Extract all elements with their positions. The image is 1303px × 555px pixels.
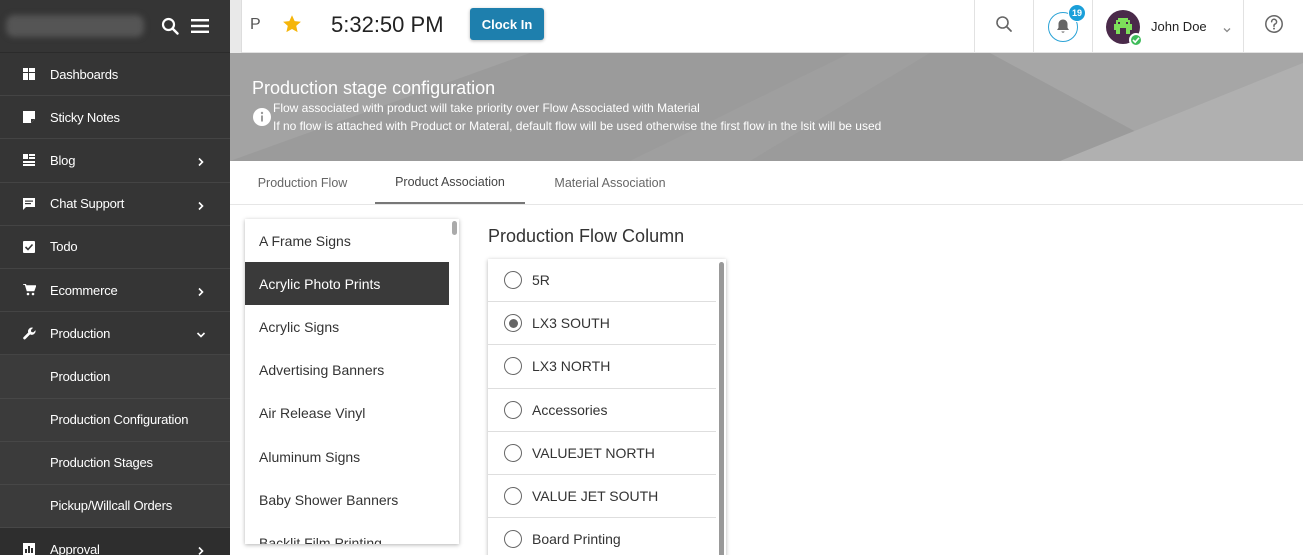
bell-icon: 19 (1048, 3, 1086, 42)
radio-button[interactable] (504, 530, 522, 549)
product-list-item[interactable]: Aluminum Signs (245, 435, 459, 478)
chevron-down-icon (196, 328, 206, 338)
sidebar-item-todo[interactable]: Todo (0, 226, 230, 269)
flow-option-label: LX3 NORTH (532, 358, 611, 375)
flow-option[interactable]: 5R (488, 259, 716, 303)
sidebar-item-dashboards[interactable]: Dashboards (0, 53, 230, 97)
product-list-item[interactable]: Backlit Film Printing (245, 521, 459, 544)
product-list-item[interactable]: A Frame Signs (245, 219, 459, 262)
blog-icon (22, 153, 36, 167)
star-icon[interactable] (281, 13, 303, 35)
flow-list-scrollbar[interactable] (719, 262, 724, 555)
chevron-right-icon (196, 544, 206, 555)
flow-column-title: Production Flow Column (488, 226, 685, 246)
page-banner: Production stage configuration Flow asso… (230, 53, 1303, 161)
cart-icon (22, 283, 36, 297)
chevron-down-icon (1222, 22, 1232, 32)
sidebar-item-approval[interactable]: Approval (0, 528, 230, 555)
sidebar: Dashboards Sticky Notes Blog Chat Support To… (0, 0, 230, 555)
tab-bar: Production Flow Product Association Mate… (230, 161, 1303, 205)
chevron-right-icon (196, 285, 206, 297)
tab-product-association[interactable]: Product Association (375, 161, 525, 204)
radio-button[interactable] (504, 314, 522, 333)
online-status-icon (1129, 32, 1143, 47)
sidebar-item-label: Chat Support (50, 196, 125, 212)
sidebar-item-production[interactable]: Production (0, 312, 230, 356)
dashboard-icon (22, 67, 36, 81)
sidebar-subitem-production-stages[interactable]: Production Stages (0, 441, 230, 485)
radio-button[interactable] (504, 271, 522, 290)
radio-button[interactable] (504, 357, 522, 376)
clock-display: 5:32:50 PM (331, 12, 444, 37)
flow-option[interactable]: Accessories (488, 389, 716, 432)
sidebar-item-blog[interactable]: Blog (0, 139, 230, 183)
product-list-item[interactable]: Air Release Vinyl (245, 392, 459, 435)
flow-option[interactable]: Board Printing (488, 518, 716, 555)
flow-option[interactable]: VALUE JET SOUTH (488, 475, 716, 519)
flow-option[interactable]: VALUEJET NORTH (488, 432, 716, 475)
product-list-item[interactable]: Acrylic Photo Prints (245, 262, 449, 306)
product-list-item[interactable]: Acrylic Signs (245, 305, 459, 348)
sidebar-subitem-production-configuration[interactable]: Production Configuration (0, 398, 230, 442)
top-bar: P 5:32:50 PM Clock In 19 John Doe (230, 0, 1303, 53)
sidebar-item-label: Ecommerce (50, 282, 118, 298)
user-menu[interactable]: John Doe (1092, 0, 1243, 53)
checkbox-icon (22, 240, 36, 254)
notification-badge: 19 (1068, 3, 1086, 22)
product-list: A Frame Signs Acrylic Photo Prints Acrylic… (245, 219, 459, 544)
flow-options-list: 5R LX3 SOUTH LX3 NORTH Accessories VALUEJET … (488, 259, 726, 555)
product-list-item[interactable]: Baby Shower Banners (245, 478, 459, 521)
chat-icon (22, 197, 36, 211)
flow-option-label: Board Printing (532, 531, 621, 548)
approval-icon (22, 542, 36, 555)
banner-info-line: If no flow is attached with Product or M… (273, 119, 882, 133)
product-list-item[interactable]: Advertising Banners (245, 349, 459, 392)
logo (6, 15, 144, 37)
wrench-icon (22, 326, 36, 340)
avatar (1106, 9, 1143, 47)
sidebar-item-label: Dashboards (50, 66, 119, 82)
header-search-button[interactable] (974, 0, 1033, 53)
sidebar-item-ecommerce[interactable]: Ecommerce (0, 269, 230, 313)
chevron-right-icon (196, 155, 206, 167)
flow-option[interactable]: LX3 SOUTH (488, 302, 716, 346)
sidebar-item-label: Todo (50, 239, 78, 255)
clock-in-button[interactable]: Clock In (470, 8, 544, 40)
flow-option-label: 5R (532, 272, 550, 289)
radio-button[interactable] (504, 400, 522, 419)
radio-button[interactable] (504, 443, 522, 462)
sidebar-item-label: Sticky Notes (50, 109, 120, 125)
page-letter: P (250, 16, 261, 33)
banner-info-line: Flow associated with product will take p… (273, 101, 700, 115)
sidebar-item-label: Production (50, 325, 111, 341)
radio-button[interactable] (504, 487, 522, 506)
flow-option[interactable]: LX3 NORTH (488, 345, 716, 389)
tab-production-flow[interactable]: Production Flow (230, 161, 375, 204)
flow-option-label: LX3 SOUTH (532, 315, 610, 332)
sidebar-subitem-production[interactable]: Production (0, 355, 230, 399)
search-icon (995, 15, 1013, 38)
page-title: Production stage configuration (252, 78, 496, 98)
flow-option-label: VALUE JET SOUTH (532, 488, 659, 505)
chevron-right-icon (196, 199, 206, 210)
help-icon (1264, 14, 1284, 39)
search-icon[interactable] (160, 16, 180, 36)
flow-option-label: Accessories (532, 401, 608, 418)
note-icon (22, 110, 36, 124)
flow-option-label: VALUEJET NORTH (532, 444, 655, 461)
info-icon (252, 107, 272, 127)
sidebar-header (0, 0, 230, 53)
user-name: John Doe (1151, 19, 1207, 34)
sidebar-item-label: Blog (50, 152, 76, 168)
product-list-scrollbar[interactable] (452, 221, 457, 235)
help-button[interactable] (1243, 0, 1303, 53)
topbar-edge (230, 0, 242, 53)
sidebar-item-chat-support[interactable]: Chat Support (0, 183, 230, 226)
notifications-button[interactable]: 19 (1033, 0, 1092, 53)
menu-icon[interactable] (190, 16, 210, 36)
sidebar-item-label: Approval (50, 541, 100, 555)
tab-material-association[interactable]: Material Association (525, 161, 695, 204)
sidebar-subitem-pickup-willcall-orders[interactable]: Pickup/Willcall Orders (0, 484, 230, 529)
sidebar-item-sticky-notes[interactable]: Sticky Notes (0, 96, 230, 140)
